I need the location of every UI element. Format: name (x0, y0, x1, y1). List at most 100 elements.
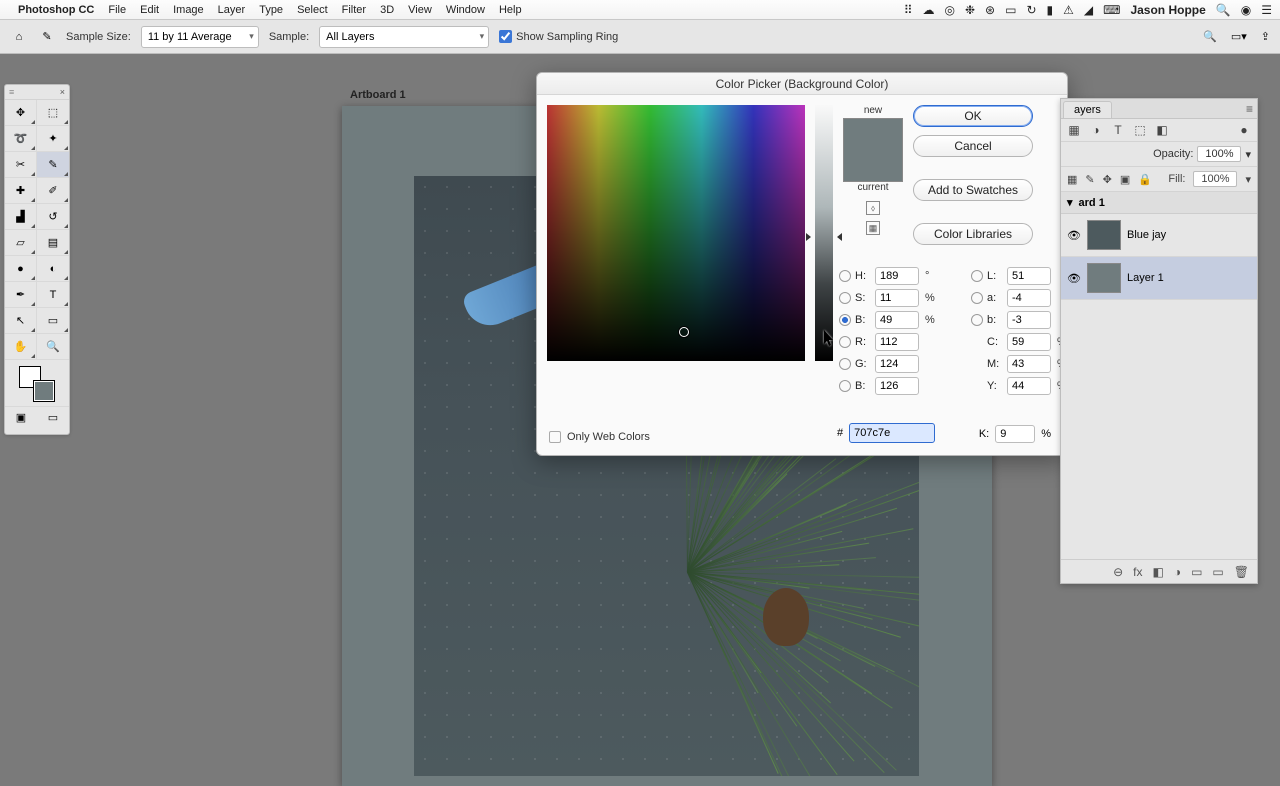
history-brush-tool[interactable]: ↺ (37, 204, 69, 230)
input-r[interactable] (875, 333, 919, 351)
lock-all-icon[interactable]: 🔒 (1138, 173, 1152, 186)
menu-view[interactable]: View (408, 4, 432, 16)
layer-thumbnail[interactable] (1087, 263, 1121, 293)
layer-thumbnail[interactable] (1087, 220, 1121, 250)
wifi-icon[interactable]: ⚠ (1063, 3, 1074, 17)
siri-icon[interactable]: ◉ (1241, 3, 1251, 17)
move-tool[interactable]: ✥ (5, 100, 37, 126)
bug-icon[interactable]: ❉ (965, 3, 975, 17)
radio-b-hsb[interactable] (839, 314, 851, 326)
app-name[interactable]: Photoshop CC (18, 4, 94, 16)
layer-row-layer1[interactable]: 👁 Layer 1 (1061, 257, 1257, 300)
input-m[interactable] (1007, 355, 1051, 373)
menu-filter[interactable]: Filter (342, 4, 366, 16)
cancel-button[interactable]: Cancel (913, 135, 1033, 157)
marquee-tool[interactable]: ⬚ (37, 100, 69, 126)
tools-panel-header[interactable]: × (5, 85, 69, 100)
panel-menu-icon[interactable]: ≡ (1246, 102, 1253, 116)
zoom-tool[interactable]: 🔍 (37, 334, 69, 360)
input-g[interactable] (875, 355, 919, 373)
mask-icon[interactable]: ◧ (1152, 565, 1163, 579)
input-y[interactable] (1007, 377, 1051, 395)
visibility-eye-icon[interactable]: 👁 (1067, 228, 1081, 242)
eraser-tool[interactable]: ▱ (5, 230, 37, 256)
sample-select[interactable]: All Layers (319, 26, 489, 48)
brush-tool[interactable]: ✐ (37, 178, 69, 204)
search-icon[interactable]: 🔍 (1203, 30, 1217, 43)
radio-g[interactable] (839, 358, 851, 370)
lock-artboard-icon[interactable]: ▣ (1120, 173, 1130, 186)
radio-l[interactable] (971, 270, 983, 282)
menubar-user[interactable]: Jason Hoppe (1130, 3, 1205, 17)
hue-slider[interactable] (815, 105, 833, 361)
cube-3d-icon[interactable]: ⬨ (866, 201, 880, 215)
only-web-colors-checkbox[interactable] (549, 431, 561, 443)
notification-center-icon[interactable]: ☰ (1261, 3, 1272, 17)
input-c[interactable] (1007, 333, 1051, 351)
healing-brush-tool[interactable]: ✚ (5, 178, 37, 204)
blur-tool[interactable]: ● (5, 256, 37, 282)
quickmask-mode[interactable]: ▣ (5, 406, 37, 428)
filter-shape-icon[interactable]: ⬚ (1133, 123, 1147, 137)
fill-value[interactable]: 100% (1193, 171, 1237, 187)
fx-icon[interactable]: fx (1133, 565, 1142, 579)
cc-icon[interactable]: ◎ (944, 3, 954, 17)
radio-b-rgb[interactable] (839, 380, 851, 392)
input-l[interactable] (1007, 267, 1051, 285)
workspace-icon[interactable]: ▭▾ (1231, 30, 1247, 43)
swatch-grid-icon[interactable]: ▦ (866, 221, 880, 235)
artboard-label[interactable]: Artboard 1 (350, 89, 406, 101)
home-icon[interactable]: ⌂ (10, 28, 28, 46)
clone-stamp-tool[interactable]: ▟ (5, 204, 37, 230)
share-icon[interactable]: ⇪ (1261, 30, 1270, 43)
color-libraries-button[interactable]: Color Libraries (913, 223, 1033, 245)
lasso-tool[interactable]: ➰ (5, 126, 37, 152)
add-to-swatches-button[interactable]: Add to Swatches (913, 179, 1033, 201)
radio-h[interactable] (839, 270, 851, 282)
timemachine-icon[interactable]: ↻ (1026, 3, 1036, 17)
battery-icon[interactable]: ▮ (1047, 3, 1054, 17)
lock-position-icon[interactable]: ✥ (1103, 173, 1112, 186)
fill-dropdown-icon[interactable]: ▾ (1245, 173, 1251, 186)
input-b-rgb[interactable] (875, 377, 919, 395)
sample-size-select[interactable]: 11 by 11 Average (141, 26, 259, 48)
input-b-hsb[interactable] (875, 311, 919, 329)
menu-select[interactable]: Select (297, 4, 328, 16)
opacity-value[interactable]: 100% (1197, 146, 1241, 162)
only-web-colors[interactable]: Only Web Colors (549, 431, 650, 443)
gradient-tool[interactable]: ▤ (37, 230, 69, 256)
pen-tool[interactable]: ✒ (5, 282, 37, 308)
layer-row-bluejay[interactable]: 👁 Blue jay (1061, 214, 1257, 257)
new-layer-icon[interactable]: ▭ (1212, 565, 1223, 579)
radio-r[interactable] (839, 336, 851, 348)
keyboard-icon[interactable]: ⌨ (1103, 3, 1120, 17)
color-swatches[interactable] (5, 364, 69, 404)
shape-tool[interactable]: ▭ (37, 308, 69, 334)
screen-mode[interactable]: ▭ (37, 406, 69, 428)
volume-icon[interactable]: ◢ (1084, 3, 1093, 17)
hand-tool[interactable]: ✋ (5, 334, 37, 360)
input-b-lab[interactable] (1007, 311, 1051, 329)
trash-icon[interactable]: 🗑 (1234, 565, 1249, 579)
radio-s[interactable] (839, 292, 851, 304)
opacity-dropdown-icon[interactable]: ▾ (1245, 148, 1251, 161)
filter-toggle-icon[interactable]: ● (1237, 123, 1251, 137)
path-select-tool[interactable]: ↖ (5, 308, 37, 334)
menu-file[interactable]: File (108, 4, 126, 16)
visibility-eye-icon[interactable]: 👁 (1067, 271, 1081, 285)
show-sampling-ring-checkbox[interactable]: Show Sampling Ring (499, 30, 618, 43)
menu-image[interactable]: Image (173, 4, 204, 16)
input-k[interactable] (995, 425, 1035, 443)
menu-window[interactable]: Window (446, 4, 485, 16)
cloud-icon[interactable]: ☁ (922, 3, 934, 17)
input-a[interactable] (1007, 289, 1051, 307)
artboard-caret-icon[interactable]: ▾ (1067, 196, 1073, 209)
layer-name[interactable]: Blue jay (1127, 229, 1166, 241)
background-color-swatch[interactable] (33, 380, 55, 402)
hex-input[interactable] (849, 423, 935, 443)
layers-tab[interactable]: ayers (1063, 101, 1112, 118)
saturation-brightness-field[interactable] (547, 105, 805, 361)
group-icon[interactable]: ▭ (1191, 565, 1202, 579)
filter-adjust-icon[interactable]: ◑ (1089, 123, 1103, 137)
dodge-tool[interactable]: ◐ (37, 256, 69, 282)
